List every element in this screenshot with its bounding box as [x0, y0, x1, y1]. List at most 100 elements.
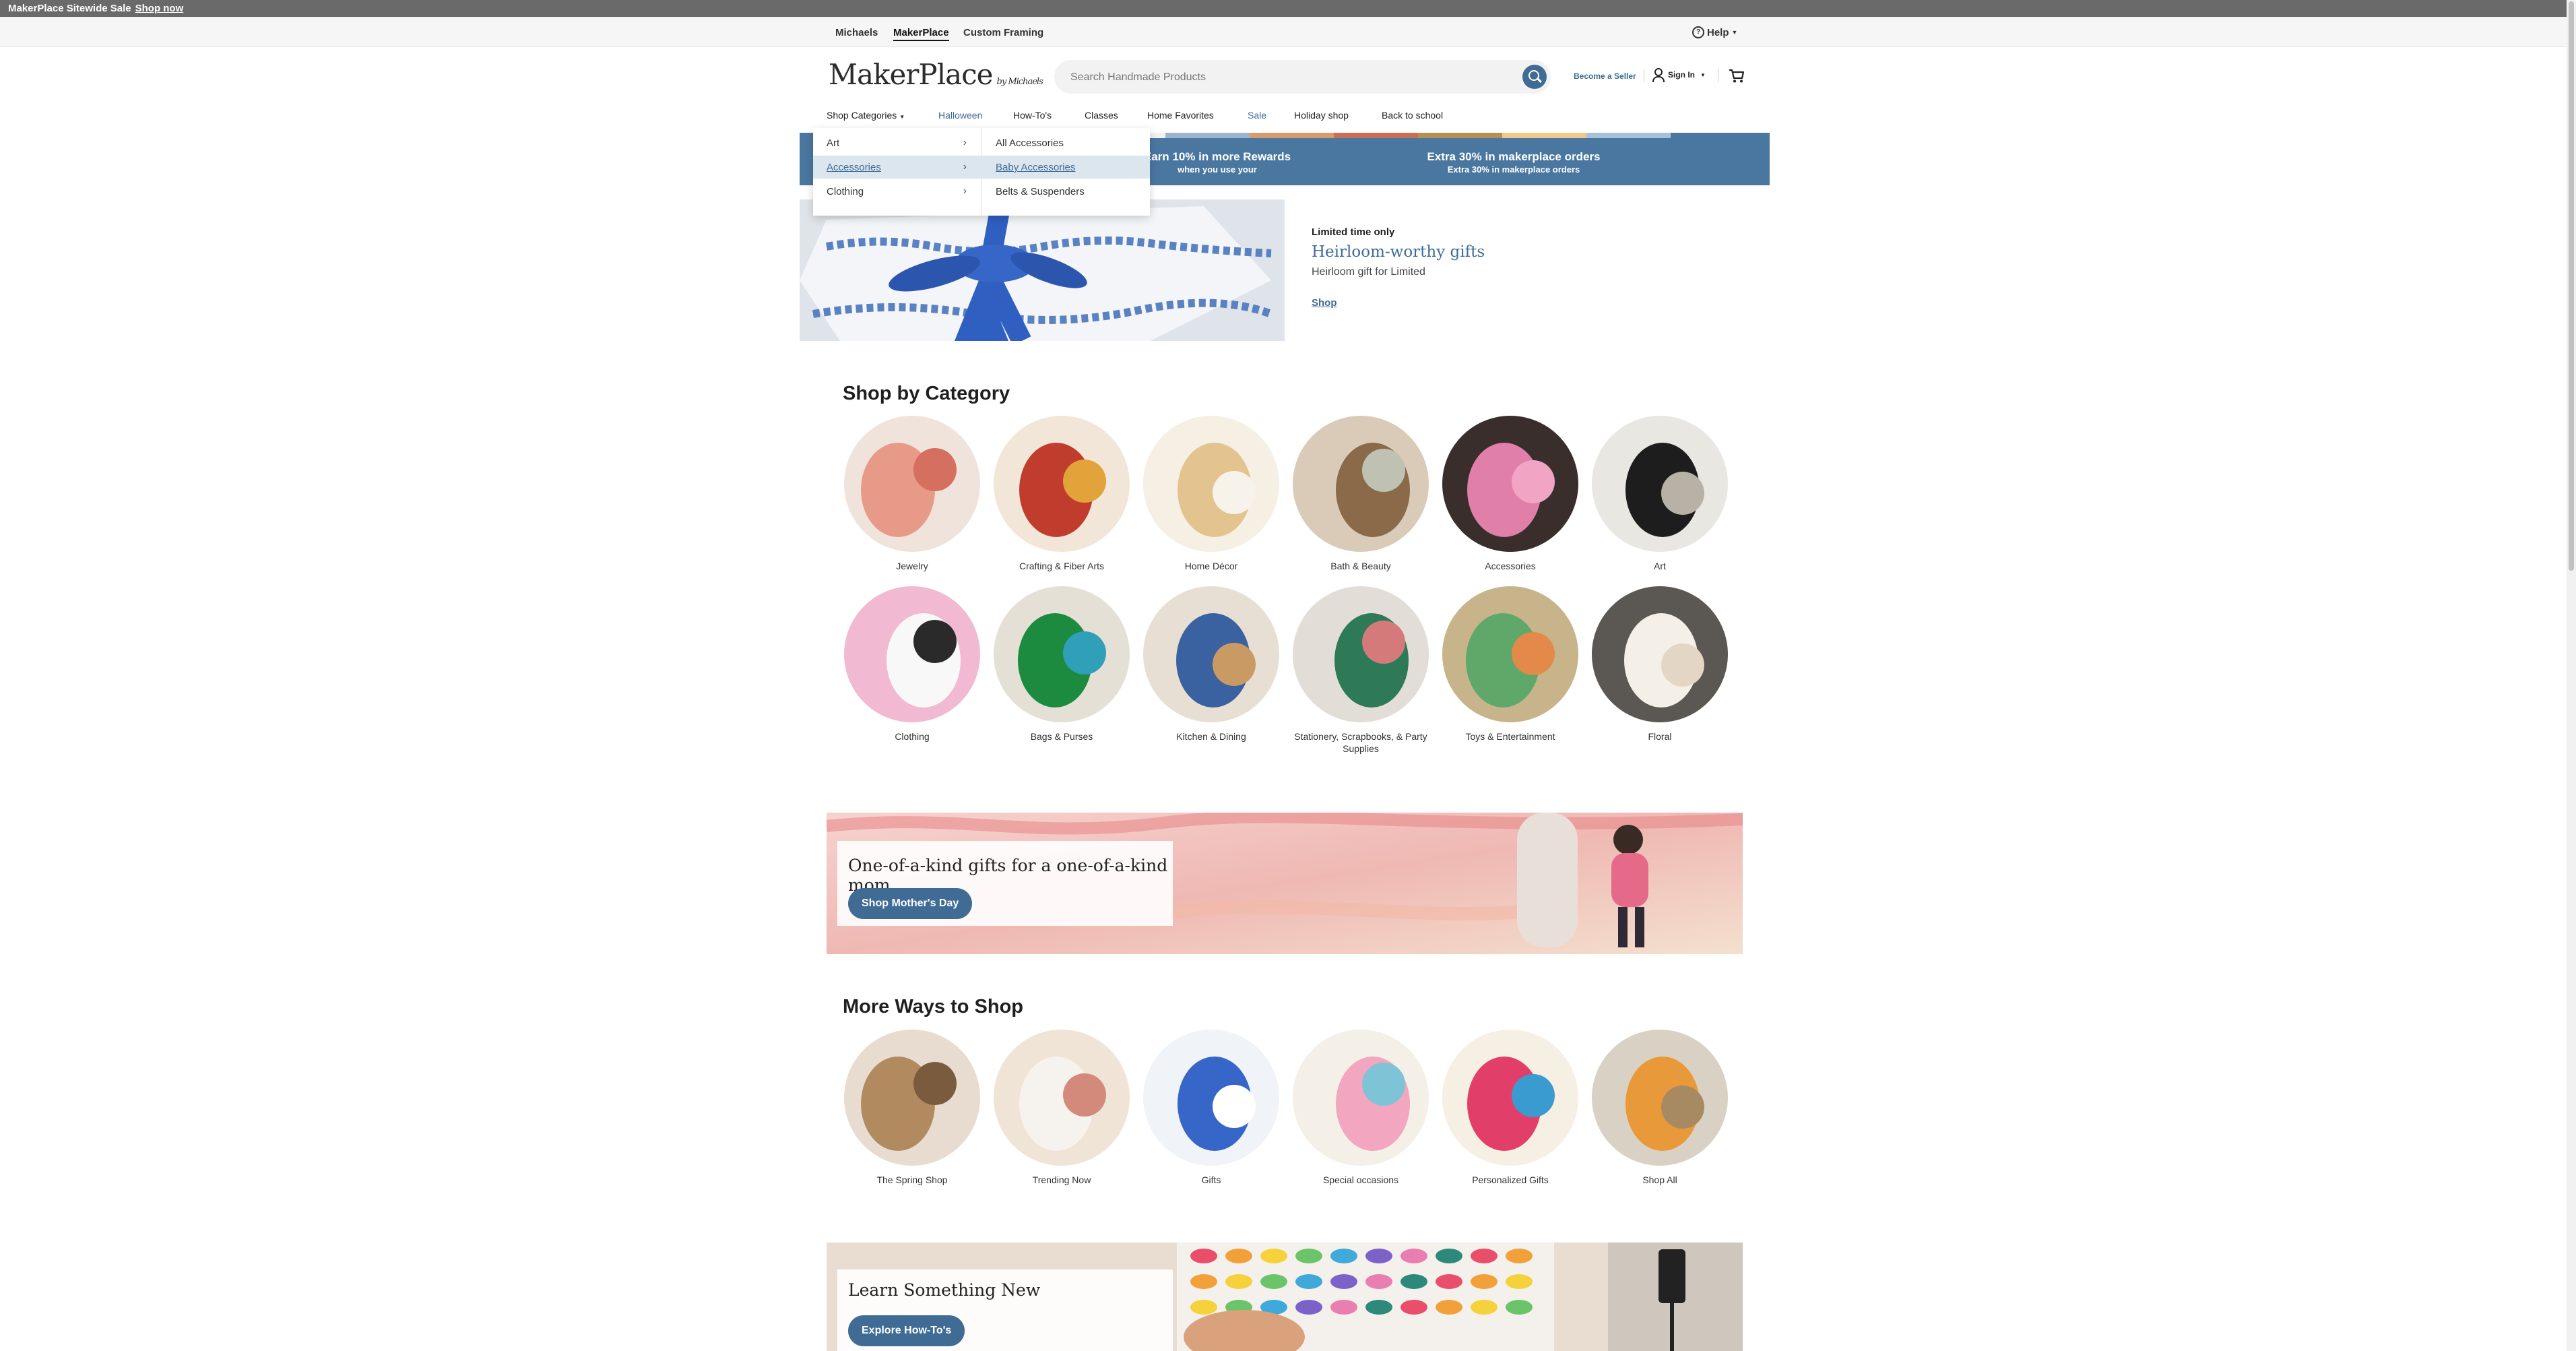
nav-holiday-shop[interactable]: Holiday shop: [1294, 110, 1349, 121]
mothers-day-banner[interactable]: One-of-a-kind gifts for a one-of-a-kind …: [827, 813, 1743, 954]
category-clothing[interactable]: Clothing: [843, 586, 981, 743]
category-label[interactable]: Crafting & Fiber Arts: [992, 560, 1131, 572]
dropdown-item-art[interactable]: Art ›: [813, 131, 981, 154]
learn-title: Learn Something New: [848, 1280, 1041, 1300]
category-image[interactable]: [994, 416, 1130, 552]
more-ways-personalized-gifts[interactable]: Personalized Gifts: [1441, 1030, 1580, 1186]
sign-in-menu[interactable]: Sign In ▼: [1652, 68, 1706, 82]
explore-how-tos-button[interactable]: Explore How-To's: [848, 1315, 965, 1346]
dropdown-sub-belts-suspenders[interactable]: Belts & Suspenders: [982, 180, 1150, 203]
more-ways-trending-now[interactable]: Trending Now: [992, 1030, 1131, 1186]
category-art[interactable]: Art: [1590, 416, 1729, 572]
category-image[interactable]: [1592, 586, 1728, 722]
shop-categories-dropdown: Art › Accessories › Clothing › All Accessor…: [813, 128, 1150, 216]
category-toys-entertainment[interactable]: Toys & Entertainment: [1441, 586, 1580, 743]
category-label[interactable]: Stationery, Scrapbooks, & Party Supplies: [1291, 730, 1430, 755]
category-image[interactable]: [1143, 416, 1279, 552]
category-floral[interactable]: Floral: [1590, 586, 1729, 743]
help-menu[interactable]: ? Help ▼: [1692, 26, 1737, 38]
hero-description: Heirloom gift for Limited: [1312, 266, 1425, 278]
shop-mothers-day-button[interactable]: Shop Mother's Day: [848, 888, 973, 919]
category-image[interactable]: [844, 586, 980, 722]
more-ways-shop-all[interactable]: Shop All: [1590, 1030, 1729, 1186]
caret-down-icon: ▼: [1731, 29, 1738, 36]
hero-shop-link[interactable]: Shop: [1312, 297, 1337, 309]
dropdown-sub-baby-accessories[interactable]: Baby Accessories: [982, 156, 1150, 179]
nav-home-favorites[interactable]: Home Favorites: [1147, 110, 1214, 121]
chevron-right-icon: ›: [963, 185, 967, 197]
category-label[interactable]: Floral: [1590, 730, 1729, 743]
scrollbar-thumb[interactable]: [2569, 1, 2574, 571]
subnav-makerplace[interactable]: MakerPlace: [893, 27, 949, 41]
shop-by-category-title: Shop by Category: [843, 383, 1010, 404]
dropdown-item-accessories[interactable]: Accessories ›: [813, 156, 981, 179]
category-image[interactable]: [1592, 416, 1728, 552]
more-ways-image[interactable]: [1293, 1030, 1429, 1166]
user-icon: [1652, 68, 1665, 82]
category-label[interactable]: Art: [1590, 560, 1729, 572]
cart-button[interactable]: [1729, 69, 1745, 84]
category-label[interactable]: Jewelry: [843, 560, 981, 572]
category-label[interactable]: Clothing: [843, 730, 981, 743]
nav-back-to-school[interactable]: Back to school: [1382, 110, 1443, 121]
category-label[interactable]: Kitchen & Dining: [1142, 730, 1281, 743]
subnav-michaels[interactable]: Michaels: [835, 27, 878, 38]
more-ways-label[interactable]: Special occasions: [1291, 1174, 1430, 1186]
more-ways-image[interactable]: [994, 1030, 1130, 1166]
category-accessories[interactable]: Accessories: [1441, 416, 1580, 572]
nav-shop-categories[interactable]: Shop Categories ▼: [827, 110, 905, 121]
learn-something-banner[interactable]: Learn Something New Explore How-To's: [827, 1243, 1743, 1351]
category-image[interactable]: [1143, 586, 1279, 722]
more-ways-image[interactable]: [844, 1030, 980, 1166]
search-button[interactable]: [1522, 65, 1547, 89]
nav-sale[interactable]: Sale: [1248, 110, 1266, 121]
category-home-d-cor[interactable]: Home Décor: [1142, 416, 1281, 572]
hero-text-block: Limited time only Heirloom-worthy gifts …: [1312, 226, 1485, 309]
category-image[interactable]: [1293, 416, 1429, 552]
more-ways-label[interactable]: Personalized Gifts: [1441, 1174, 1580, 1186]
shop-now-link[interactable]: Shop now: [135, 3, 184, 14]
dropdown-item-clothing[interactable]: Clothing ›: [813, 180, 981, 203]
category-image[interactable]: [1442, 416, 1578, 552]
more-ways-image[interactable]: [1592, 1030, 1728, 1166]
category-crafting-fiber-arts[interactable]: Crafting & Fiber Arts: [992, 416, 1131, 572]
promo-stripe: [1502, 133, 1586, 138]
more-ways-image[interactable]: [1442, 1030, 1578, 1166]
category-bath-beauty[interactable]: Bath & Beauty: [1291, 416, 1430, 572]
category-label[interactable]: Bags & Purses: [992, 730, 1131, 743]
subnav-custom-framing[interactable]: Custom Framing: [963, 27, 1043, 38]
more-ways-the-spring-shop[interactable]: The Spring Shop: [843, 1030, 981, 1186]
more-ways-special-occasions[interactable]: Special occasions: [1291, 1030, 1430, 1186]
category-label[interactable]: Accessories: [1441, 560, 1580, 572]
category-label[interactable]: Home Décor: [1142, 560, 1281, 572]
more-ways-label[interactable]: Trending Now: [992, 1174, 1131, 1186]
dropdown-sub-all-accessories[interactable]: All Accessories: [982, 131, 1150, 154]
more-ways-label[interactable]: Gifts: [1142, 1174, 1281, 1186]
become-seller-link[interactable]: Become a Seller: [1574, 71, 1636, 81]
category-image[interactable]: [844, 416, 980, 552]
search-input[interactable]: [1069, 60, 1503, 95]
category-label[interactable]: Bath & Beauty: [1291, 560, 1430, 572]
promo-extra-subtitle: Extra 30% in makerplace orders: [1447, 164, 1580, 175]
more-ways-image[interactable]: [1143, 1030, 1279, 1166]
sign-in-label: Sign In: [1668, 70, 1695, 80]
nav-classes[interactable]: Classes: [1085, 110, 1118, 121]
hero-kicker: Limited time only: [1312, 226, 1395, 238]
category-label[interactable]: Toys & Entertainment: [1441, 730, 1580, 743]
category-image[interactable]: [1442, 586, 1578, 722]
nav-halloween[interactable]: Halloween: [938, 110, 982, 121]
category-image[interactable]: [994, 586, 1130, 722]
category-kitchen-dining[interactable]: Kitchen & Dining: [1142, 586, 1281, 743]
cart-icon: [1729, 69, 1745, 83]
hero-gift-image[interactable]: [800, 199, 1285, 341]
makerplace-logo[interactable]: MakerPlace by Michaels: [829, 58, 1043, 91]
category-image[interactable]: [1293, 586, 1429, 722]
page-scrollbar[interactable]: [2567, 0, 2576, 1351]
category-stationery-scrapbooks-party-supplies[interactable]: Stationery, Scrapbooks, & Party Supplies: [1291, 586, 1430, 755]
more-ways-label[interactable]: The Spring Shop: [843, 1174, 981, 1186]
category-bags-purses[interactable]: Bags & Purses: [992, 586, 1131, 743]
more-ways-label[interactable]: Shop All: [1590, 1174, 1729, 1186]
nav-how-tos[interactable]: How-To's: [1013, 110, 1052, 121]
category-jewelry[interactable]: Jewelry: [843, 416, 981, 572]
more-ways-gifts[interactable]: Gifts: [1142, 1030, 1281, 1186]
